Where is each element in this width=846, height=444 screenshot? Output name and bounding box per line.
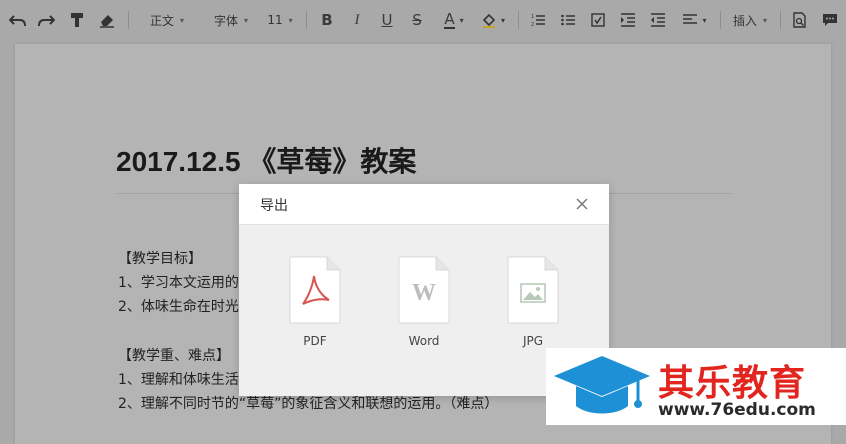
word-glyph: W [412,280,436,306]
chevron-down-icon: ▾ [500,15,505,25]
chevron-down-icon: ▾ [459,15,464,25]
export-word-option[interactable]: W Word [398,256,450,348]
chevron-down-icon: ▾ [702,15,707,25]
italic-button[interactable]: I [348,8,366,32]
svg-text:2: 2 [531,22,534,27]
document-line[interactable]: 2、理解不同时节的“草莓”的象征含义和联想的运用。（难点） [118,393,498,413]
font-family-label: 字体 [213,13,238,28]
document-line[interactable]: 1、学习本文运用的 [118,272,239,292]
indent-increase-icon[interactable] [618,8,638,32]
export-option-label: JPG [522,334,544,348]
toolbar-separator [306,11,307,29]
paragraph-style-dropdown[interactable]: 正文 ▾ [142,8,192,32]
indent-decrease-icon[interactable] [648,8,668,32]
insert-dropdown[interactable]: 插入 ▾ [728,8,772,32]
export-dialog-header: 导出 [239,184,609,225]
strikethrough-button[interactable]: S [408,8,426,32]
editor-toolbar: 正文 ▾ 字体 ▾ 11 ▾ B I U S A ▾ ▾ 12 ▾ 插入 ▾ [0,0,846,40]
document-title[interactable]: 2017.12.5 《草莓》教案 [116,140,416,180]
site-watermark: 其乐教育 www.76edu.com [546,348,846,425]
eraser-icon[interactable] [96,8,118,32]
format-painter-icon[interactable] [66,8,88,32]
word-file-icon: W [398,256,450,324]
insert-label: 插入 [732,13,757,28]
export-option-label: PDF [303,334,327,348]
svg-text:1: 1 [531,14,534,20]
font-size-dropdown[interactable]: 11 ▾ [264,8,296,32]
export-pdf-option[interactable]: PDF [289,256,341,348]
chevron-down-icon: ▾ [180,15,185,25]
toolbar-separator [518,11,519,29]
close-icon[interactable] [575,196,589,210]
document-line[interactable]: 2、体味生命在时光 [118,296,239,316]
chevron-down-icon: ▾ [288,15,293,25]
bold-button[interactable]: B [318,8,336,32]
jpg-file-icon [507,256,559,324]
graduation-cap-icon [554,356,650,414]
chevron-down-icon: ▾ [244,15,249,25]
toolbar-separator [128,11,129,29]
export-jpg-option[interactable]: JPG [507,256,559,348]
redo-icon[interactable] [34,8,58,32]
font-color-letter: A [444,10,455,29]
chevron-down-icon: ▾ [763,15,768,25]
font-color-button[interactable]: A ▾ [438,8,470,32]
bullet-list-icon[interactable] [558,8,578,32]
watermark-name: 其乐教育 [658,363,807,404]
toolbar-separator [720,11,721,29]
align-dropdown[interactable]: ▾ [678,8,712,32]
comment-icon[interactable] [820,8,840,32]
underline-button[interactable]: U [378,8,396,32]
watermark-url: www.76edu.com [658,400,816,420]
ordered-list-icon[interactable]: 12 [528,8,548,32]
pdf-file-icon [289,256,341,324]
undo-icon[interactable] [6,8,30,32]
checklist-icon[interactable] [588,8,608,32]
document-line[interactable]: 1、理解和体味生活 [118,369,239,389]
font-size-label: 11 [267,13,283,27]
export-option-label: Word [408,334,440,348]
find-replace-icon[interactable] [790,8,810,32]
toolbar-separator [780,11,781,29]
paragraph-style-label: 正文 [149,13,174,28]
document-line[interactable]: 【教学目标】 [118,248,202,268]
font-family-dropdown[interactable]: 字体 ▾ [206,8,256,32]
highlight-color-button[interactable]: ▾ [476,8,510,32]
document-line[interactable]: 【教学重、难点】 [118,345,230,365]
export-dialog-title: 导出 [260,198,288,214]
